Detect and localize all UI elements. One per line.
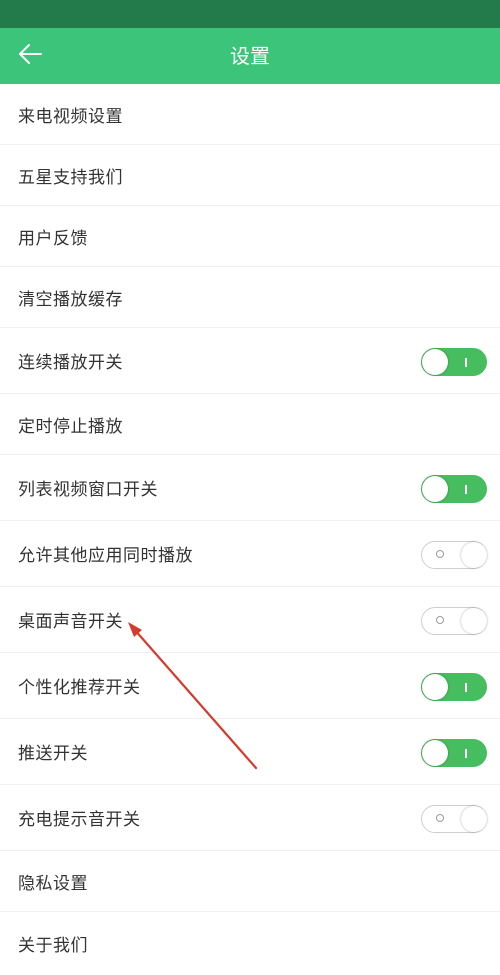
- settings-item-label: 充电提示音开关: [18, 810, 141, 830]
- settings-item-label: 五星支持我们: [18, 167, 123, 188]
- settings-item-label: 连续播放开关: [18, 353, 123, 373]
- settings-item-label: 来电视频设置: [18, 106, 123, 127]
- settings-item-label: 清空播放缓存: [18, 289, 123, 310]
- settings-item-push: 推送开关: [0, 719, 500, 785]
- settings-item-label: 关于我们: [18, 936, 88, 956]
- settings-item-clear-cache[interactable]: 清空播放缓存: [0, 267, 500, 328]
- toggle-knob: [422, 740, 448, 766]
- status-bar: [0, 0, 500, 28]
- toggle-knob: [461, 607, 487, 634]
- toggle-on-mark-icon: [465, 358, 467, 367]
- settings-item-label: 隐私设置: [18, 873, 88, 894]
- settings-item-call-video[interactable]: 来电视频设置: [0, 84, 500, 145]
- page-title: 设置: [230, 44, 270, 68]
- settings-item-label: 允许其他应用同时播放: [18, 546, 193, 566]
- toggle-off-mark-icon: [436, 550, 444, 558]
- toggle-knob: [422, 674, 448, 700]
- settings-item-personalized-recommendation: 个性化推荐开关: [0, 653, 500, 719]
- settings-item-allow-other-apps: 允许其他应用同时播放: [0, 521, 500, 587]
- toggle-knob: [461, 805, 487, 832]
- settings-item-about[interactable]: 关于我们: [0, 912, 500, 975]
- toggle-on-mark-icon: [465, 749, 467, 758]
- toggle-knob: [422, 476, 448, 502]
- personalized-recommendation-toggle[interactable]: [421, 673, 487, 701]
- settings-item-charging-sound: 充电提示音开关: [0, 785, 500, 851]
- toggle-on-mark-icon: [465, 485, 467, 494]
- desktop-sound-toggle[interactable]: [421, 607, 487, 635]
- settings-item-label: 推送开关: [18, 744, 88, 764]
- settings-item-label: 定时停止播放: [18, 416, 123, 437]
- settings-item-list-video-window: 列表视频窗口开关: [0, 455, 500, 521]
- settings-item-sleep-timer[interactable]: 定时停止播放: [0, 394, 500, 455]
- settings-item-desktop-sound: 桌面声音开关: [0, 587, 500, 653]
- toggle-on-mark-icon: [465, 683, 467, 692]
- push-toggle[interactable]: [421, 739, 487, 767]
- settings-item-feedback[interactable]: 用户反馈: [0, 206, 500, 267]
- toggle-off-mark-icon: [436, 616, 444, 624]
- settings-item-continuous-play: 连续播放开关: [0, 328, 500, 394]
- settings-item-label: 桌面声音开关: [18, 612, 123, 632]
- list-video-window-toggle[interactable]: [421, 475, 487, 503]
- charging-sound-toggle[interactable]: [421, 805, 487, 833]
- settings-list: 来电视频设置 五星支持我们 用户反馈 清空播放缓存 连续播放开关 定时停止播放 …: [0, 84, 500, 975]
- toggle-knob: [461, 541, 487, 568]
- toggle-off-mark-icon: [436, 814, 444, 822]
- continuous-play-toggle[interactable]: [421, 348, 487, 376]
- allow-other-apps-toggle[interactable]: [421, 541, 487, 569]
- app-bar: 设置: [0, 28, 500, 84]
- toggle-knob: [422, 349, 448, 375]
- settings-item-label: 列表视频窗口开关: [18, 480, 158, 500]
- settings-item-rate-us[interactable]: 五星支持我们: [0, 145, 500, 206]
- settings-item-label: 个性化推荐开关: [18, 678, 141, 698]
- settings-item-label: 用户反馈: [18, 228, 88, 249]
- settings-item-privacy[interactable]: 隐私设置: [0, 851, 500, 912]
